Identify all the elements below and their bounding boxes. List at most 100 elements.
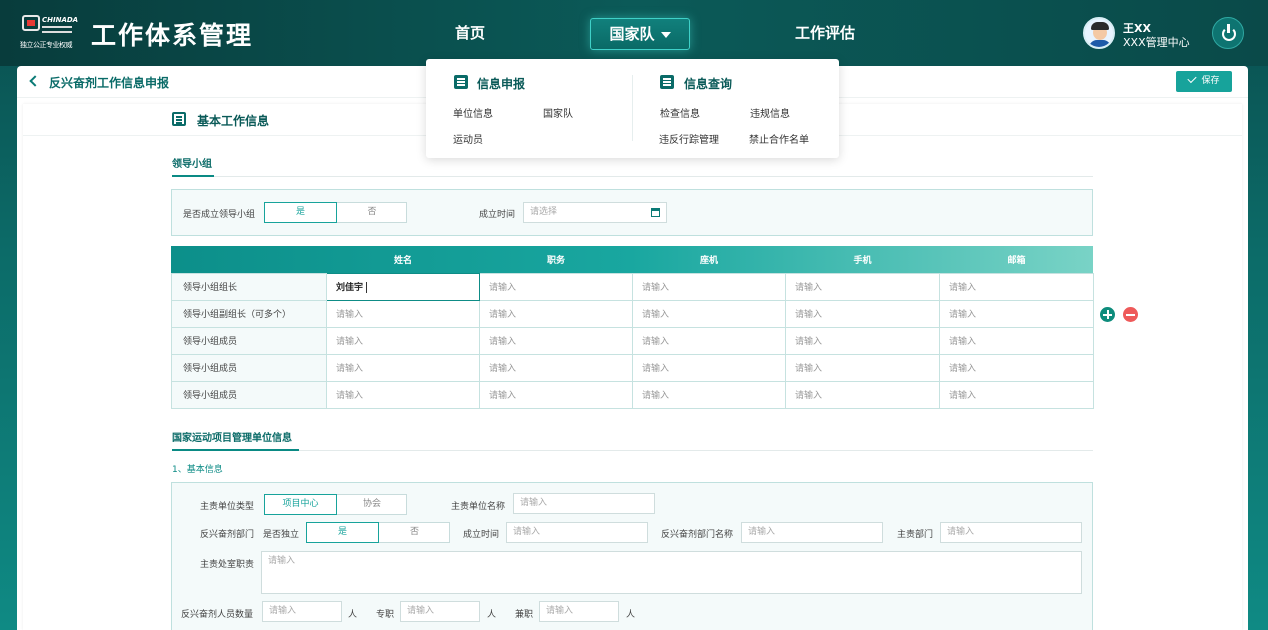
- table-cell-input[interactable]: 请输入: [326, 326, 480, 355]
- dropdown-group-title: 信息查询: [684, 77, 733, 91]
- unit-person: 人: [348, 610, 358, 620]
- menu-item-whereabouts[interactable]: 违反行踪管理: [659, 131, 719, 146]
- fulltime-input[interactable]: 请输入: [400, 601, 480, 622]
- row-label: 领导小组副组长（可多个）: [171, 299, 327, 328]
- table-cell-input[interactable]: 请输入: [785, 272, 940, 301]
- tab-line: [172, 176, 1093, 177]
- menu-item-blacklist[interactable]: 禁止合作名单: [749, 131, 809, 146]
- table-cell-input[interactable]: 请输入: [479, 299, 633, 328]
- date-picker[interactable]: 请选择: [523, 202, 667, 223]
- logo: CHINADA 独立公正专业权威: [18, 13, 78, 51]
- table-cell-input[interactable]: 请输入: [785, 380, 940, 409]
- table-cell-input[interactable]: 请输入: [326, 299, 480, 328]
- name-input[interactable]: 刘佳宇: [326, 272, 480, 301]
- table-cell-input[interactable]: 请输入: [479, 326, 633, 355]
- menu-item-national-team[interactable]: 国家队: [543, 105, 573, 120]
- column-header: 座机: [699, 255, 718, 266]
- type-option-association[interactable]: 协会: [337, 495, 407, 514]
- independent-no[interactable]: 否: [379, 523, 450, 542]
- table-cell-input[interactable]: 请输入: [785, 326, 940, 355]
- unit-person: 人: [487, 610, 497, 620]
- column-header: 手机: [853, 255, 872, 266]
- power-icon[interactable]: [1212, 17, 1244, 49]
- table-cell-input[interactable]: 请输入: [785, 353, 940, 382]
- cell-value: 刘佳宇: [336, 283, 364, 293]
- staff-count-input[interactable]: 请输入: [262, 601, 342, 622]
- table-cell-input[interactable]: 请输入: [632, 380, 786, 409]
- type-option-center[interactable]: 项目中心: [264, 494, 337, 515]
- table-cell-input[interactable]: 请输入: [939, 299, 1094, 328]
- document-icon: [172, 112, 186, 126]
- dropdown-divider: [632, 75, 633, 141]
- established-yes[interactable]: 是: [264, 202, 337, 223]
- remove-row-icon[interactable]: [1123, 307, 1138, 322]
- save-button[interactable]: 保存: [1176, 71, 1232, 92]
- nav-home[interactable]: 首页: [440, 0, 500, 66]
- team-dropdown-menu: 信息申报 单位信息 国家队 运动员 信息查询 检查信息 违规信息 违反行踪管理 …: [426, 59, 839, 158]
- text-cursor: [366, 282, 368, 293]
- table-row: 领导小组副组长（可多个） 请输入 请输入 请输入 请输入 请输入: [171, 299, 1094, 328]
- table-cell-input[interactable]: 请输入: [939, 272, 1094, 301]
- app-title: 工作体系管理: [91, 21, 254, 50]
- nav-team[interactable]: 国家队: [590, 0, 692, 66]
- independent-toggle: 是 否: [306, 522, 450, 543]
- table-row: 领导小组成员 请输入 请输入 请输入 请输入 请输入: [171, 353, 1094, 382]
- unit-date-input[interactable]: 请输入: [506, 522, 648, 543]
- duty-label: 主责处室职责: [200, 560, 255, 570]
- menu-item-unit-info[interactable]: 单位信息: [453, 105, 493, 120]
- table-cell-input[interactable]: 请输入: [479, 353, 633, 382]
- independent-yes[interactable]: 是: [306, 522, 379, 543]
- column-header: 邮箱: [1007, 255, 1026, 266]
- table-cell-input[interactable]: 请输入: [785, 299, 940, 328]
- column-header: 职务: [546, 255, 565, 266]
- duty-textarea[interactable]: 请输入: [261, 551, 1082, 594]
- unit-person: 人: [626, 610, 636, 620]
- table-cell-input[interactable]: 请输入: [632, 299, 786, 328]
- tab-underline: [172, 449, 299, 451]
- user-org: XXX管理中心: [1123, 36, 1190, 49]
- logo-brand: CHINADA: [42, 16, 79, 24]
- avatar[interactable]: [1083, 17, 1115, 49]
- established-toggle: 是 否: [264, 202, 407, 223]
- table-cell-input[interactable]: 请输入: [479, 272, 633, 301]
- table-cell-input[interactable]: 请输入: [632, 326, 786, 355]
- parttime-label: 兼职: [515, 610, 534, 620]
- table-cell-input[interactable]: 请输入: [632, 272, 786, 301]
- established-no[interactable]: 否: [337, 203, 407, 222]
- menu-item-violation[interactable]: 违规信息: [750, 105, 790, 120]
- table-cell-input[interactable]: 请输入: [939, 380, 1094, 409]
- logo-lines-icon: [42, 26, 72, 33]
- tab-line: [172, 450, 1093, 451]
- back-arrow-icon[interactable]: [29, 75, 41, 87]
- table-cell-input[interactable]: 请输入: [939, 326, 1094, 355]
- menu-item-athlete[interactable]: 运动员: [453, 131, 483, 146]
- report-icon: [454, 75, 468, 89]
- nav-evaluation[interactable]: 工作评估: [790, 0, 860, 66]
- table-cell-input[interactable]: 请输入: [326, 380, 480, 409]
- nav-team-pill[interactable]: 国家队: [590, 18, 690, 50]
- main-dept-input[interactable]: 请输入: [940, 522, 1082, 543]
- parttime-input[interactable]: 请输入: [539, 601, 619, 622]
- menu-item-inspection[interactable]: 检查信息: [660, 105, 700, 120]
- tab-leadership[interactable]: 领导小组: [172, 155, 212, 170]
- logo-mark-icon: [22, 15, 40, 31]
- tab-unit-info[interactable]: 国家运动项目管理单位信息: [172, 429, 292, 444]
- unit-name-input[interactable]: 请输入: [513, 493, 655, 514]
- dept-name-input[interactable]: 请输入: [741, 522, 883, 543]
- dept-label: 反兴奋剂部门: [200, 530, 255, 540]
- section-title: 基本工作信息: [197, 114, 270, 128]
- table-cell-input[interactable]: 请输入: [939, 353, 1094, 382]
- table-cell-input[interactable]: 请输入: [632, 353, 786, 382]
- established-label: 是否成立领导小组: [183, 210, 256, 220]
- query-icon: [660, 75, 674, 89]
- table-row: 领导小组成员 请输入 请输入 请输入 请输入 请输入: [171, 326, 1094, 355]
- type-label: 主责单位类型: [200, 502, 255, 512]
- staff-count-label: 反兴奋剂人员数量: [181, 610, 254, 620]
- unit-date-label: 成立时间: [463, 530, 500, 540]
- column-header-role: [172, 246, 327, 273]
- table-row: 领导小组成员 请输入 请输入 请输入 请输入 请输入: [171, 380, 1094, 409]
- add-row-icon[interactable]: [1100, 307, 1115, 322]
- table-cell-input[interactable]: 请输入: [326, 353, 480, 382]
- table-cell-input[interactable]: 请输入: [479, 380, 633, 409]
- date-placeholder: 请选择: [530, 207, 558, 217]
